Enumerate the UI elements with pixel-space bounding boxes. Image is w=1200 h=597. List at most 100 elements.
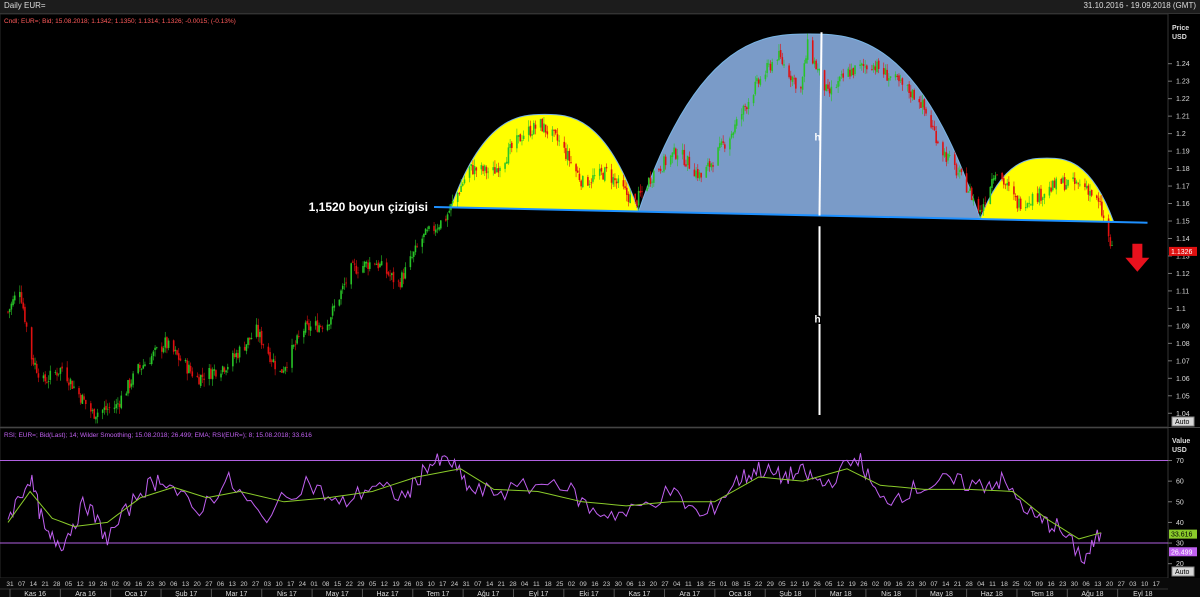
chart-canvas: 1.041.051.061.071.081.091.11.111.121.131… xyxy=(0,14,1200,597)
x-day-label: 05 xyxy=(65,581,73,588)
x-day-label: 09 xyxy=(1036,581,1044,588)
x-day-label: 03 xyxy=(1129,581,1137,588)
candle-body xyxy=(221,366,224,373)
candle-body xyxy=(992,178,995,181)
candle-body xyxy=(279,370,281,372)
x-day-label: 30 xyxy=(1071,581,1079,588)
candle-body xyxy=(203,378,205,380)
candle-body xyxy=(1089,190,1091,196)
candle-body xyxy=(1016,195,1019,209)
candle-body xyxy=(921,100,924,108)
candle-body xyxy=(935,130,937,144)
candle-body xyxy=(226,366,229,370)
candle-body xyxy=(162,348,165,353)
x-day-label: 21 xyxy=(498,581,506,588)
candle-body xyxy=(830,86,833,95)
candle-body xyxy=(232,352,234,367)
candle-body xyxy=(695,170,697,178)
x-day-label: 12 xyxy=(77,581,85,588)
price-tick-label: 1.22 xyxy=(1176,96,1190,103)
candle-body xyxy=(1043,193,1046,198)
candle-body xyxy=(1111,245,1113,246)
candle-body xyxy=(1063,177,1066,190)
candle-body xyxy=(759,78,762,85)
candle-body xyxy=(404,267,407,279)
candle-body xyxy=(326,324,329,331)
candle-body xyxy=(245,344,248,352)
candle-body xyxy=(20,292,23,303)
candle-body xyxy=(1090,189,1093,196)
candle-body xyxy=(813,60,816,65)
candle-body xyxy=(321,327,324,329)
candle-body xyxy=(438,227,440,230)
candle-body xyxy=(1030,204,1032,206)
price-auto-button[interactable]: Auto xyxy=(1171,416,1195,427)
candle-body xyxy=(575,164,577,172)
x-day-label: 12 xyxy=(837,581,845,588)
candle-body xyxy=(497,168,500,173)
candle-body xyxy=(911,89,914,98)
rsi-auto-label[interactable]: Auto xyxy=(1175,569,1190,576)
candle-body xyxy=(66,367,68,382)
candle-body xyxy=(543,123,545,133)
candle-body xyxy=(729,138,731,150)
candle-body xyxy=(671,152,674,158)
x-day-label: 20 xyxy=(1106,581,1114,588)
x-day-label: 09 xyxy=(580,581,588,588)
x-day-label: 17 xyxy=(1153,581,1161,588)
candle-body xyxy=(318,325,320,332)
candle-body xyxy=(127,380,129,394)
candle-body xyxy=(458,193,461,195)
candle-body xyxy=(948,155,951,156)
candle-body xyxy=(176,350,178,355)
candle-body xyxy=(539,119,542,128)
candle-body xyxy=(95,416,97,420)
x-month-label: Mar 18 xyxy=(830,591,852,597)
price-legend: Cndl; EUR=; Bid; 15.08.2018; 1.1342; 1.1… xyxy=(4,18,236,25)
price-auto-label[interactable]: Auto xyxy=(1175,419,1190,426)
candle-body xyxy=(433,225,435,231)
price-tick-label: 1.08 xyxy=(1176,341,1190,348)
x-day-label: 13 xyxy=(1094,581,1102,588)
rsi-tag-value: 26.499 xyxy=(1171,549,1193,556)
candle-body xyxy=(519,134,522,142)
x-day-label: 27 xyxy=(252,581,260,588)
candle-body xyxy=(306,320,309,324)
neckline-label: 1,1520 boyun çizigisi xyxy=(309,200,428,214)
candle-body xyxy=(152,351,155,356)
candle-body xyxy=(1067,179,1069,186)
candle-body xyxy=(357,272,359,274)
candle-body xyxy=(756,78,758,82)
candle-body xyxy=(1097,197,1100,202)
candle-body xyxy=(781,57,784,65)
x-day-label: 28 xyxy=(966,581,974,588)
candle-body xyxy=(1079,184,1081,186)
candle-body xyxy=(600,167,603,172)
candle-body xyxy=(970,187,973,200)
candle-body xyxy=(374,263,376,265)
candle-body xyxy=(554,129,557,134)
candle-body xyxy=(757,79,760,84)
candle-body xyxy=(1028,202,1030,204)
candle-body xyxy=(142,365,145,369)
x-day-label: 06 xyxy=(626,581,634,588)
candle-body xyxy=(981,209,983,211)
candle-body xyxy=(625,187,628,195)
candle-body xyxy=(746,107,748,110)
candle-body xyxy=(120,395,123,409)
candle-body xyxy=(754,81,757,95)
candle-body xyxy=(308,323,310,331)
x-day-label: 30 xyxy=(615,581,623,588)
candle-body xyxy=(532,122,535,135)
candle-body xyxy=(1004,184,1007,186)
candle-body xyxy=(516,135,518,149)
candle-body xyxy=(198,377,200,385)
candle-body xyxy=(118,403,121,407)
candle-body xyxy=(399,281,402,288)
candle-body xyxy=(314,321,317,326)
x-day-label: 14 xyxy=(942,581,950,588)
rsi-auto-button[interactable]: Auto xyxy=(1171,566,1195,577)
x-day-label: 29 xyxy=(357,581,365,588)
candle-body xyxy=(375,264,378,266)
candle-body xyxy=(68,382,70,386)
